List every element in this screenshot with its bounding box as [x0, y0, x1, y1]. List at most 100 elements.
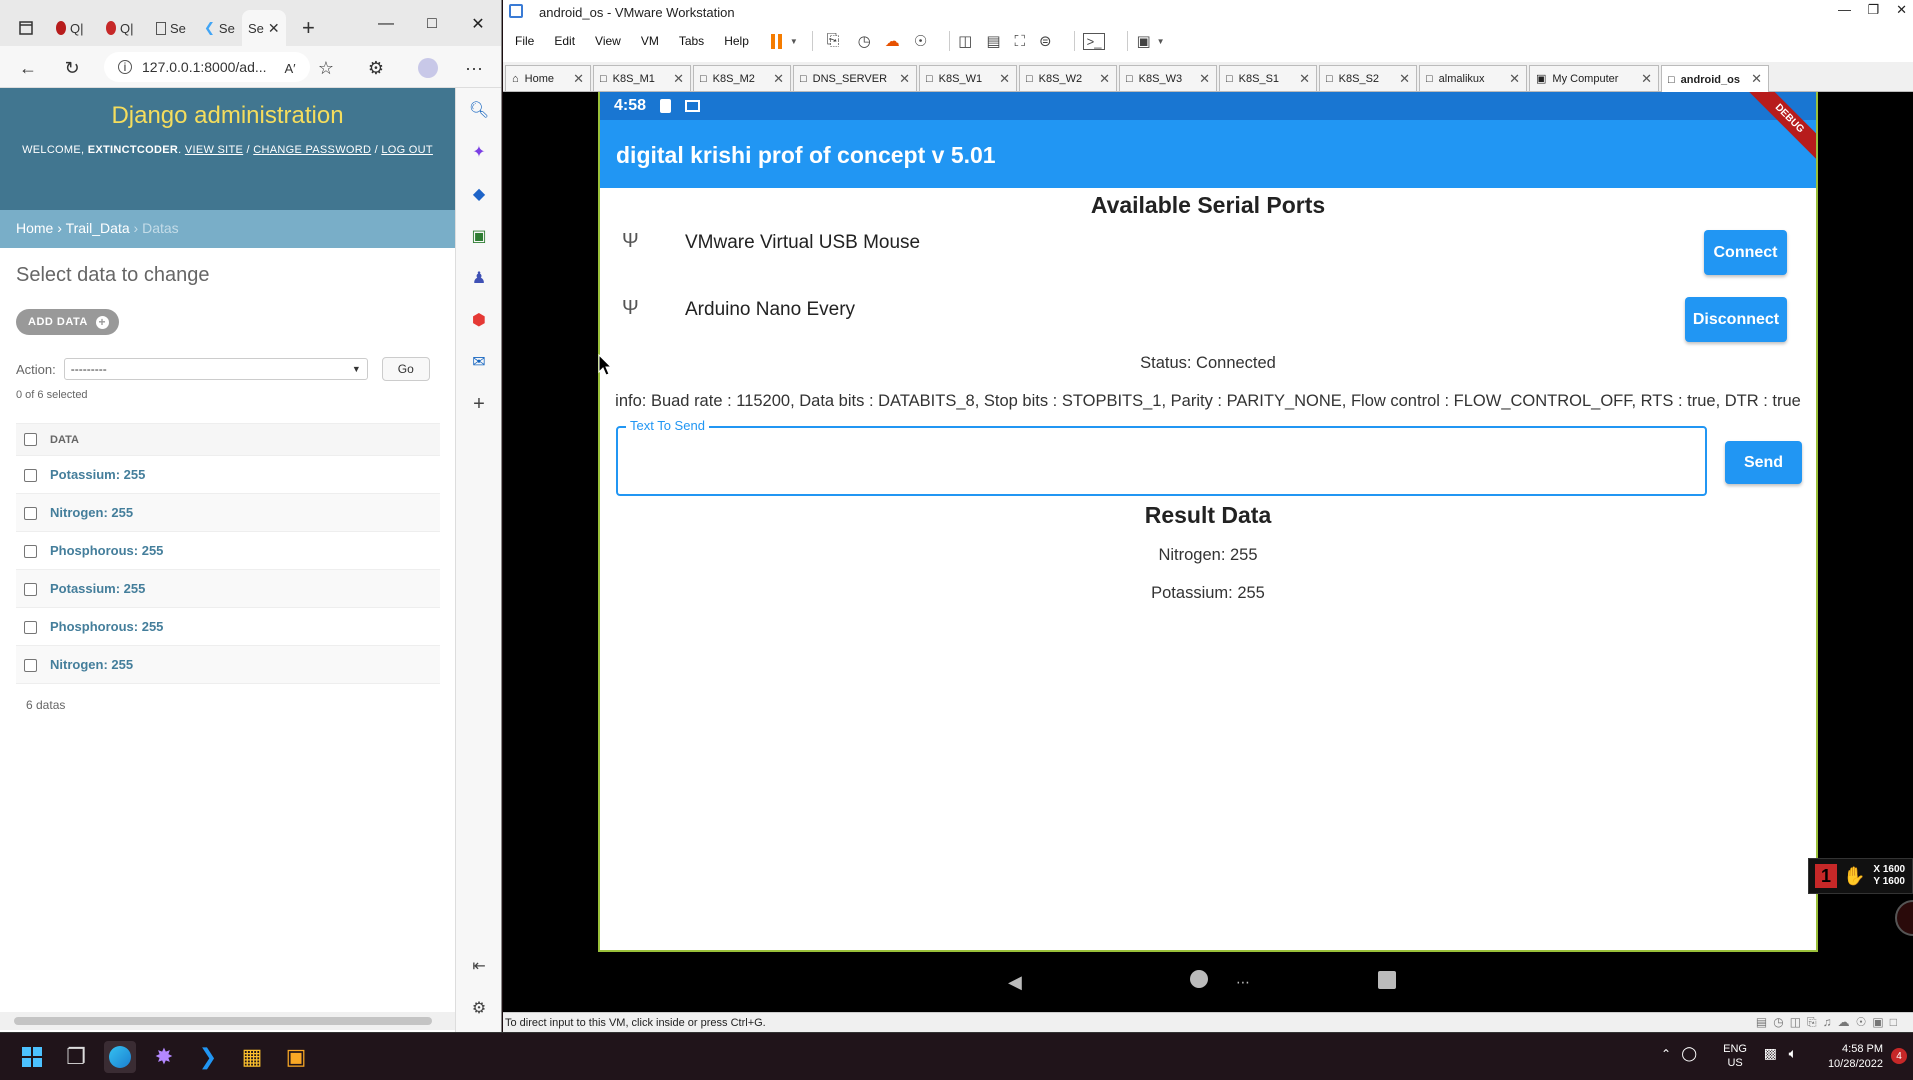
maximize-icon[interactable]: □: [412, 10, 452, 38]
send-ctrl-alt-del-icon[interactable]: ⎘: [827, 32, 840, 50]
read-aloud-icon[interactable]: A′: [276, 54, 304, 82]
add-data-button[interactable]: ADD DATA +: [16, 309, 119, 335]
row-checkbox[interactable]: [24, 583, 37, 597]
close-tab-icon[interactable]: ✕: [1399, 71, 1410, 87]
minimize-icon[interactable]: —: [366, 10, 406, 38]
copilot-icon[interactable]: ✦: [467, 140, 491, 164]
back-icon[interactable]: ◀: [1008, 972, 1022, 993]
new-tab-icon[interactable]: +: [296, 10, 320, 46]
language-indicator[interactable]: ENG US: [1723, 1042, 1747, 1070]
close-tab-icon[interactable]: ✕: [1199, 71, 1210, 87]
scrollbar-thumb[interactable]: [14, 1017, 432, 1025]
row-checkbox[interactable]: [24, 507, 37, 521]
tab-actions-icon[interactable]: [12, 10, 40, 46]
android-app-screen[interactable]: 4:58 digital krishi prof of concept v 5.…: [598, 92, 1818, 952]
browser-tab[interactable]: Q|: [100, 10, 146, 46]
close-tab-icon[interactable]: ✕: [1299, 71, 1310, 87]
chevron-up-icon[interactable]: ⌃: [1661, 1047, 1671, 1061]
menu-help[interactable]: Help: [724, 34, 749, 48]
snapshot-manager-icon[interactable]: ☉: [914, 32, 927, 50]
stretch-guest-icon[interactable]: ▣: [1136, 32, 1150, 50]
close-tab-icon[interactable]: ✕: [773, 71, 784, 87]
row-checkbox[interactable]: [24, 545, 37, 559]
start-windows-icon[interactable]: [16, 1041, 48, 1073]
github-desktop-icon[interactable]: ✸: [148, 1041, 180, 1073]
revert-snapshot-icon[interactable]: ☁: [885, 32, 900, 50]
volume-icon[interactable]: 🔈︎: [1789, 1045, 1797, 1062]
close-tab-icon[interactable]: ✕: [999, 71, 1010, 87]
vm-tab-home[interactable]: ⌂ Home ✕: [505, 65, 591, 91]
vm-tab[interactable]: □ K8S_S2 ✕: [1319, 65, 1417, 91]
favorites-icon[interactable]: ☆: [312, 54, 340, 82]
profile-icon[interactable]: [414, 54, 442, 82]
vmware-taskbar-icon[interactable]: ▣: [280, 1041, 312, 1073]
row-link[interactable]: Potassium: 255: [50, 581, 145, 596]
vm-tab-active[interactable]: □ android_os ✕: [1661, 65, 1769, 93]
chevron-down-icon[interactable]: ▼: [790, 37, 798, 46]
close-tab-icon[interactable]: ✕: [573, 71, 584, 87]
horizontal-scrollbar[interactable]: [0, 1012, 455, 1030]
connect-button[interactable]: Connect: [1704, 230, 1787, 275]
browser-tab[interactable]: Se: [150, 10, 194, 46]
row-checkbox[interactable]: [24, 469, 37, 483]
browser-tab-active[interactable]: Se ✕: [242, 10, 286, 46]
menu-tabs[interactable]: Tabs: [679, 34, 704, 48]
network-icon[interactable]: ▩: [1764, 1045, 1777, 1062]
add-sidebar-app-icon[interactable]: +: [467, 392, 491, 416]
disconnect-button[interactable]: Disconnect: [1685, 297, 1787, 342]
back-icon[interactable]: ←: [14, 54, 42, 82]
vm-console[interactable]: 4:58 digital krishi prof of concept v 5.…: [503, 92, 1913, 1012]
shopping-tag-icon[interactable]: ◆: [467, 182, 491, 206]
row-link[interactable]: Nitrogen: 255: [50, 505, 133, 520]
close-icon[interactable]: ✕: [458, 10, 498, 38]
close-tab-icon[interactable]: ✕: [1509, 71, 1520, 87]
outlook-icon[interactable]: ✉: [467, 350, 491, 374]
full-screen-icon[interactable]: ⛶: [1015, 33, 1026, 50]
row-checkbox[interactable]: [24, 621, 37, 635]
go-button[interactable]: Go: [381, 357, 430, 381]
breadcrumb-app[interactable]: Trail_Data: [66, 220, 130, 236]
text-to-send-field[interactable]: Text To Send: [616, 418, 1707, 496]
menu-vm[interactable]: VM: [641, 34, 659, 48]
console-icon[interactable]: >_: [1082, 32, 1106, 50]
menu-file[interactable]: File: [515, 34, 534, 48]
gear-icon[interactable]: ⚙: [467, 996, 491, 1020]
close-tab-icon[interactable]: ✕: [1099, 71, 1110, 87]
select-all-checkbox[interactable]: [24, 433, 37, 446]
row-link[interactable]: Nitrogen: 255: [50, 657, 133, 672]
vm-tab[interactable]: ▣ My Computer ✕: [1529, 65, 1659, 91]
view-site-link[interactable]: VIEW SITE: [185, 144, 243, 156]
site-brand[interactable]: Django administration: [0, 102, 455, 130]
browser-tab[interactable]: ❮ Se: [198, 10, 242, 46]
close-tab-icon[interactable]: ✕: [1641, 71, 1652, 87]
search-icon[interactable]: 🔍︎: [467, 98, 491, 122]
security-icon[interactable]: ◯: [1681, 1045, 1697, 1062]
unity-icon[interactable]: ⊜: [1039, 32, 1052, 50]
home-icon[interactable]: [1190, 970, 1208, 988]
edge-taskbar-icon[interactable]: [104, 1041, 136, 1073]
close-icon[interactable]: ✕: [1896, 2, 1907, 18]
menu-edit[interactable]: Edit: [554, 34, 575, 48]
menu-view[interactable]: View: [595, 34, 621, 48]
row-link[interactable]: Phosphorous: 255: [50, 619, 163, 634]
office-icon[interactable]: ⬢: [467, 308, 491, 332]
action-select[interactable]: --------- ▼: [63, 358, 368, 380]
task-view-icon[interactable]: ❐: [60, 1041, 92, 1073]
thumbnail-view-icon[interactable]: ▤: [986, 32, 1000, 50]
minimize-icon[interactable]: —: [1838, 2, 1851, 17]
vm-tab[interactable]: □ K8S_S1 ✕: [1219, 65, 1317, 91]
vm-tab[interactable]: □ almalikux ✕: [1419, 65, 1527, 91]
notification-badge[interactable]: 4: [1891, 1048, 1907, 1064]
vm-tab[interactable]: □ K8S_M1 ✕: [593, 65, 691, 91]
vm-tab[interactable]: □ K8S_M2 ✕: [693, 65, 791, 91]
maximize-icon[interactable]: ❐: [1867, 2, 1879, 18]
close-tab-icon[interactable]: ✕: [673, 71, 684, 87]
file-explorer-icon[interactable]: ▦: [236, 1041, 268, 1073]
pause-icon[interactable]: [770, 33, 782, 49]
tools-icon[interactable]: ▣: [467, 224, 491, 248]
sidebar-toggle-icon[interactable]: ⇤: [467, 954, 491, 978]
row-link[interactable]: Potassium: 255: [50, 467, 145, 482]
vm-tab[interactable]: □ DNS_SERVER ✕: [793, 65, 917, 91]
extensions-icon[interactable]: ⚙: [362, 54, 390, 82]
change-password-link[interactable]: CHANGE PASSWORD: [253, 144, 371, 156]
